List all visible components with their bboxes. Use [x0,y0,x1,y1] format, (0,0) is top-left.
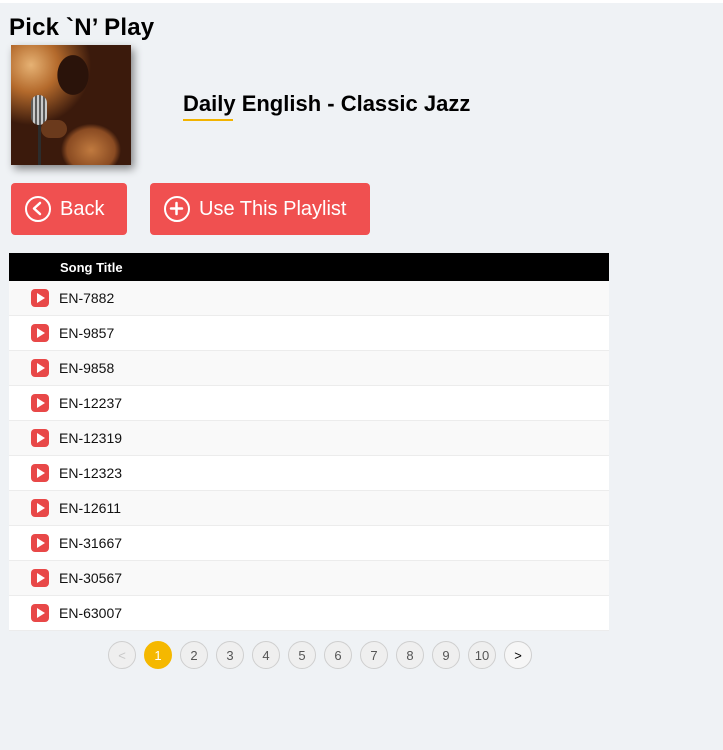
chevron-left-circle-icon [25,196,51,222]
play-icon[interactable] [31,604,49,622]
page-button-6[interactable]: 6 [324,641,352,669]
song-title: EN-12319 [59,430,123,446]
page-button-3[interactable]: 3 [216,641,244,669]
page-button-5[interactable]: 5 [288,641,316,669]
app-title: Pick `N’ Play [9,14,155,41]
page-button-8[interactable]: 8 [396,641,424,669]
song-title: EN-12237 [59,395,123,411]
table-row[interactable]: EN-12237 [9,386,609,421]
top-strip [0,0,723,3]
hand-graphic [41,120,67,138]
title-underline [183,119,233,121]
song-title: EN-30567 [59,570,123,586]
play-icon[interactable] [31,324,49,342]
table-row[interactable]: EN-63007 [9,596,609,631]
table-row[interactable]: EN-9858 [9,351,609,386]
prev-page-button[interactable]: < [108,641,136,669]
song-title: EN-63007 [59,605,123,621]
table-row[interactable]: EN-31667 [9,526,609,561]
play-icon[interactable] [31,464,49,482]
play-icon[interactable] [31,534,49,552]
play-icon[interactable] [31,499,49,517]
page-button-2[interactable]: 2 [180,641,208,669]
back-button-label: Back [60,197,105,220]
next-page-button[interactable]: > [504,641,532,669]
play-icon[interactable] [31,394,49,412]
play-icon[interactable] [31,429,49,447]
play-icon[interactable] [31,289,49,307]
song-title: EN-7882 [59,290,115,306]
table-header: Song Title [9,253,609,281]
use-playlist-button-label: Use This Playlist [199,197,347,220]
song-title: EN-31667 [59,535,123,551]
playlist-cover-image [11,45,131,165]
song-title: EN-12323 [59,465,123,481]
page-button-9[interactable]: 9 [432,641,460,669]
song-title: EN-12611 [59,500,122,516]
song-table: Song Title EN-7882 EN-9857 EN-9858 EN-12… [9,253,609,631]
table-row[interactable]: EN-7882 [9,281,609,316]
page-button-10[interactable]: 10 [468,641,496,669]
pagination: < 1 2 3 4 5 6 7 8 9 10 > [108,641,540,669]
play-icon[interactable] [31,569,49,587]
back-button[interactable]: Back [11,183,127,235]
table-row[interactable]: EN-12611 [9,491,609,526]
table-row[interactable]: EN-12319 [9,421,609,456]
column-header-song-title: Song Title [60,259,123,275]
song-title: EN-9858 [59,360,115,376]
playlist-title: Daily English - Classic Jazz [183,91,471,116]
table-row[interactable]: EN-9857 [9,316,609,351]
page-button-7[interactable]: 7 [360,641,388,669]
song-title: EN-9857 [59,325,115,341]
table-row[interactable]: EN-30567 [9,561,609,596]
use-playlist-button[interactable]: Use This Playlist [150,183,370,235]
table-row[interactable]: EN-12323 [9,456,609,491]
play-icon[interactable] [31,359,49,377]
page-button-4[interactable]: 4 [252,641,280,669]
page-button-1[interactable]: 1 [144,641,172,669]
plus-circle-icon [164,196,190,222]
